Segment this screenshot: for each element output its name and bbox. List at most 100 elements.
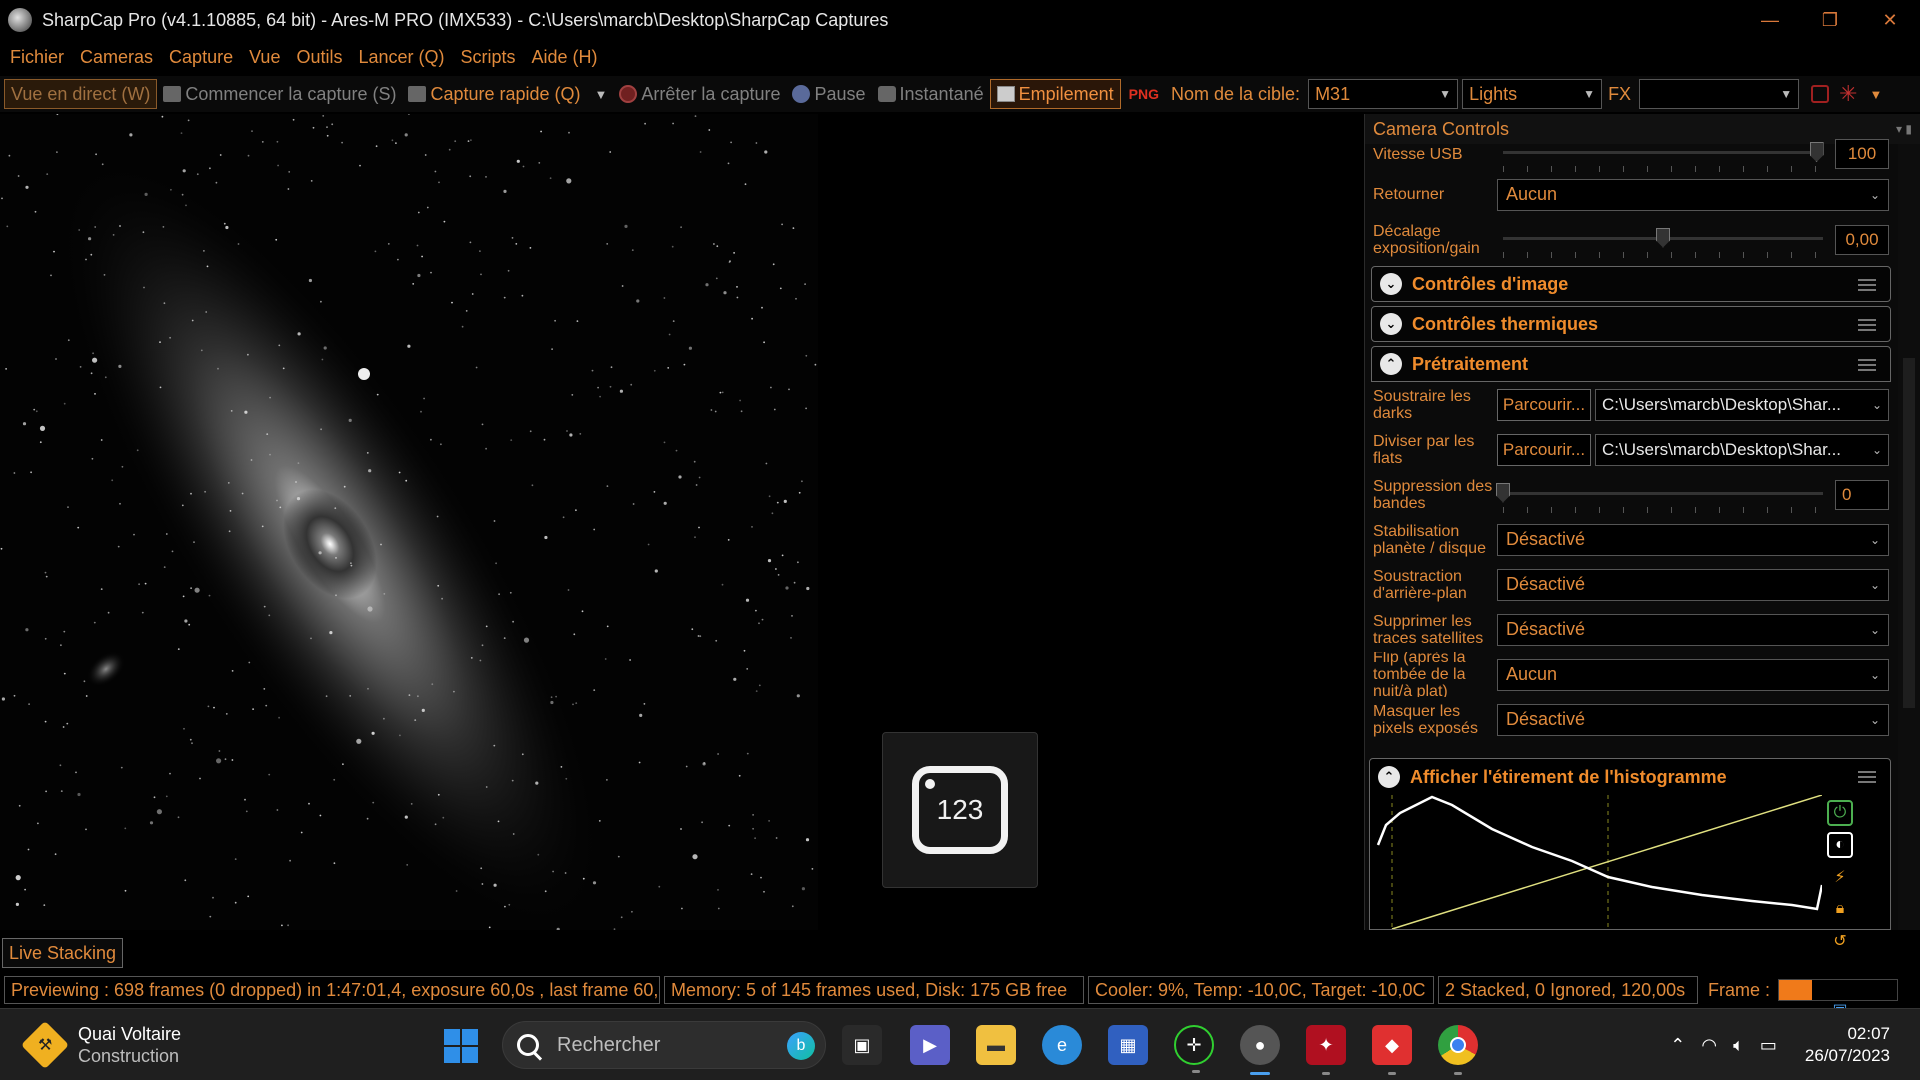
slider-thumb[interactable] (1656, 227, 1670, 248)
minimize-button[interactable]: — (1740, 0, 1800, 40)
start-capture-button[interactable]: Commencer la capture (S) (157, 79, 402, 109)
quick-capture-label: Capture rapide (Q) (430, 83, 581, 104)
flip-combo[interactable]: Aucun ⌄ (1497, 178, 1889, 211)
banding-value[interactable]: 0 (1835, 479, 1889, 510)
reset-icon[interactable]: ↺ (1827, 928, 1853, 954)
slider-thumb[interactable] (1809, 142, 1824, 162)
running-indicator (1454, 1072, 1462, 1075)
bing-icon[interactable]: b (787, 1032, 815, 1060)
chevron-down-icon[interactable]: ▼ (1870, 87, 1883, 102)
menu-scripts[interactable]: Scripts (461, 47, 516, 68)
menu-vue[interactable]: Vue (249, 47, 280, 68)
anydesk-icon[interactable]: ◆ (1372, 1025, 1412, 1075)
contrast-icon[interactable]: ◐ (1827, 832, 1853, 858)
task-view-icon[interactable]: ▣ (842, 1025, 882, 1065)
histogram-chart[interactable] (1372, 795, 1822, 929)
menu-icon[interactable] (1858, 359, 1876, 371)
weather-subtitle: Construction (78, 1046, 180, 1066)
stacking-button[interactable]: Empilement (989, 79, 1121, 109)
section-thermal-controls[interactable]: ⌄ Contrôles thermiques (1371, 306, 1891, 342)
offset-value[interactable]: 0,00 (1835, 224, 1889, 255)
darks-path-combo[interactable]: C:\Users\marcb\Desktop\Shar... ⌄ (1595, 388, 1889, 421)
close-button[interactable]: ✕ (1860, 0, 1920, 40)
edge-icon[interactable]: e (1042, 1025, 1082, 1065)
volume-icon[interactable]: 🔈︎ (1733, 1035, 1744, 1056)
chrome-icon[interactable] (1438, 1025, 1478, 1075)
banding-slider[interactable]: 0 (1496, 479, 1889, 513)
quick-capture-button[interactable]: Capture rapide (Q) ▼ (402, 79, 613, 109)
fx-combo[interactable]: ▼ (1639, 79, 1800, 109)
live-stacking-tab[interactable]: Live Stacking (2, 938, 124, 968)
live-view-button[interactable]: Vue en direct (W) (4, 79, 158, 109)
clock[interactable]: 02:07 26/07/2023 (1805, 1023, 1890, 1067)
usb-speed-slider[interactable]: 100 (1497, 138, 1889, 172)
sharpcap-taskbar-icon[interactable]: ● (1240, 1025, 1280, 1075)
scrollbar-thumb[interactable] (1903, 358, 1915, 708)
record-icon[interactable] (1811, 85, 1830, 103)
menu-aide[interactable]: Aide (H) (532, 47, 598, 68)
counter-icon: 123 (912, 766, 1008, 854)
background-combo[interactable]: Désactivé ⌄ (1497, 568, 1889, 601)
flip-flat-row: Flip (après la tombée de la nuit/à plat)… (1365, 652, 1895, 697)
panel-scrollbar[interactable] (1898, 144, 1920, 930)
menu-icon[interactable] (1858, 319, 1876, 331)
offset-slider[interactable]: 0,00 (1497, 224, 1889, 258)
flats-path-value: C:\Users\marcb\Desktop\Shar... (1602, 439, 1842, 459)
chevron-up-icon[interactable]: ⌃ (1670, 1035, 1685, 1056)
windows-start-icon[interactable] (444, 1029, 478, 1063)
running-indicator (1192, 1070, 1200, 1073)
browse-darks-button[interactable]: Parcourir... (1497, 388, 1591, 421)
stop-capture-button[interactable]: Arrêter la capture (613, 79, 786, 109)
live-view-label: Vue en direct (W) (11, 83, 151, 104)
nina-icon[interactable]: ✦ (1306, 1025, 1346, 1075)
menu-capture[interactable]: Capture (169, 47, 233, 68)
menu-icon[interactable] (1858, 771, 1876, 783)
section-preprocessing[interactable]: ⌃ Prétraitement (1371, 346, 1891, 382)
stabilization-combo[interactable]: Désactivé ⌄ (1497, 523, 1889, 556)
flip-flat-combo[interactable]: Aucun ⌄ (1497, 658, 1889, 691)
frame-type-combo[interactable]: Lights ▼ (1462, 79, 1603, 109)
usb-speed-value[interactable]: 100 (1835, 139, 1889, 169)
lightning-icon[interactable]: ⚡ (1827, 864, 1853, 890)
dropdown-arrow-icon: ▼ (1439, 87, 1452, 101)
flats-path-combo[interactable]: C:\Users\marcb\Desktop\Shar... ⌄ (1595, 433, 1889, 466)
taskbar-search[interactable]: Rechercher b (502, 1021, 826, 1069)
histogram-header[interactable]: ⌃ Afficher l'étirement de l'histogramme (1370, 759, 1890, 795)
power-icon[interactable]: ⏻ (1827, 800, 1853, 826)
pause-button[interactable]: Pause (786, 79, 871, 109)
stacking-icon (996, 86, 1015, 102)
satellite-combo[interactable]: Désactivé ⌄ (1497, 613, 1889, 646)
file-explorer-icon[interactable]: ▬ (976, 1025, 1016, 1065)
menu-lancer[interactable]: Lancer (Q) (358, 47, 444, 68)
histogram-panel: ⌃ Afficher l'étirement de l'histogramme … (1369, 758, 1891, 1019)
menu-cameras[interactable]: Cameras (80, 47, 153, 68)
mask-combo[interactable]: Désactivé ⌄ (1497, 703, 1889, 736)
lock-icon[interactable]: 🔒︎ (1827, 896, 1853, 922)
section-image-controls[interactable]: ⌄ Contrôles d'image (1371, 266, 1891, 302)
teams-chat-icon[interactable]: ▶ (910, 1025, 950, 1065)
png-format-icon[interactable]: PNG (1129, 86, 1159, 102)
wifi-icon[interactable]: ◠ (1701, 1035, 1717, 1056)
menu-icon[interactable] (1858, 279, 1876, 291)
camera-image-view[interactable] (0, 114, 818, 930)
pin-icon[interactable]: ▾ ▮ (1896, 122, 1912, 136)
target-name-combo[interactable]: M31 ▼ (1308, 79, 1459, 109)
menu-outils[interactable]: Outils (296, 47, 342, 68)
galaxy-image (0, 114, 818, 930)
reticle-icon[interactable]: ✳ (1839, 81, 1857, 107)
snapshot-button[interactable]: Instantané (872, 79, 990, 109)
browse-flats-button[interactable]: Parcourir... (1497, 433, 1591, 466)
store-icon[interactable]: ▦ (1108, 1025, 1148, 1065)
status-bar: Previewing : 698 frames (0 dropped) in 1… (0, 974, 1920, 1006)
running-indicator (1322, 1072, 1330, 1075)
menu-fichier[interactable]: Fichier (10, 47, 64, 68)
start-capture-label: Commencer la capture (S) (185, 83, 397, 104)
title-bar: SharpCap Pro (v4.1.10885, 64 bit) - Ares… (0, 0, 1920, 40)
phd-guiding-icon[interactable]: ✛ (1174, 1025, 1214, 1073)
chevron-down-icon: ⌄ (1869, 712, 1880, 727)
chevron-down-icon[interactable]: ▼ (595, 87, 608, 102)
battery-icon[interactable]: ▭ (1760, 1035, 1777, 1056)
weather-widget[interactable]: ⚒ Quai Voltaire Construction (20, 1020, 181, 1070)
slider-thumb[interactable] (1496, 482, 1510, 503)
restore-button[interactable]: ❐ (1800, 0, 1860, 40)
